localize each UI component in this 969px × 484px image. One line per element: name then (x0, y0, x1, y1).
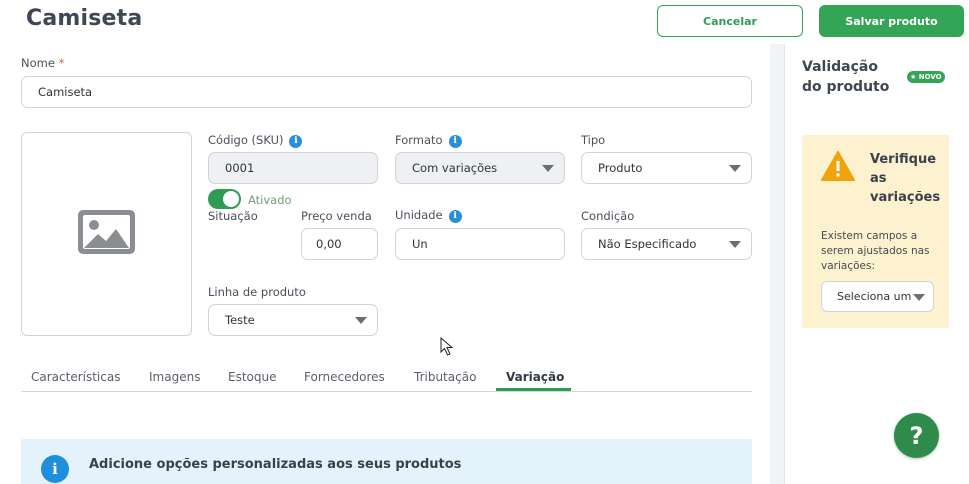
situacao-status: Ativado (248, 193, 292, 207)
nome-label: Nome * (21, 56, 65, 70)
formato-select[interactable]: Com variações (395, 152, 565, 184)
info-icon[interactable]: i (289, 134, 303, 148)
toggle-knob (223, 191, 239, 207)
header: Camiseta Cancelar Salvar produto (0, 0, 969, 44)
chevron-down-icon (913, 294, 925, 301)
codigo-label: Código (SKU) i (208, 133, 303, 148)
condicao-value: Não Especificado (598, 237, 697, 251)
condicao-select[interactable]: Não Especificado (581, 228, 752, 260)
tab-tributacao[interactable]: Tributação (414, 370, 476, 384)
chevron-down-icon (542, 165, 554, 172)
warning-title: Verifique as variações (870, 152, 941, 205)
new-badge: ★ NOVO (907, 71, 945, 83)
chevron-down-icon (729, 165, 741, 172)
save-product-button[interactable]: Salvar produto (819, 5, 964, 37)
nome-value: Camiseta (38, 85, 93, 99)
info-icon[interactable]: i (448, 134, 462, 148)
product-image-upload[interactable] (21, 132, 192, 336)
tab-estoque[interactable]: Estoque (228, 370, 277, 384)
tab-variacao[interactable]: Variação (506, 370, 564, 384)
variation-info-banner: i Adicione opções personalizadas aos seu… (21, 439, 752, 484)
nome-input[interactable]: Camiseta (21, 76, 752, 108)
active-tab-indicator (496, 388, 571, 391)
unidade-value: Un (412, 237, 428, 251)
formato-value: Com variações (412, 161, 498, 175)
tipo-select[interactable]: Produto (581, 152, 752, 184)
linha-label: Linha de produto (208, 285, 306, 299)
help-button[interactable]: ? (894, 413, 939, 458)
preco-value: 0,00 (316, 237, 342, 251)
mouse-cursor-icon (440, 337, 454, 356)
image-icon (78, 210, 135, 258)
page-title: Camiseta (26, 6, 143, 31)
banner-text: Adicione opções personalizadas aos seus … (89, 457, 462, 472)
codigo-input[interactable]: 0001 (208, 152, 378, 184)
situacao-label: Situação (208, 209, 258, 223)
variation-select-value: Seleciona um (837, 290, 912, 303)
info-icon[interactable]: i (448, 209, 462, 223)
tab-imagens[interactable]: Imagens (149, 370, 200, 384)
linha-select[interactable]: Teste (208, 304, 378, 336)
product-form: Nome * Camiseta Código (SKU) i 0001 Forma… (0, 44, 770, 484)
unidade-input[interactable]: Un (395, 228, 565, 260)
chevron-down-icon (729, 241, 741, 248)
variation-select[interactable]: Seleciona um (821, 281, 934, 312)
warning-text: Existem campos a serem ajustados nas var… (821, 230, 930, 272)
cancel-button[interactable]: Cancelar (657, 5, 803, 37)
product-validation-panel: Validação do produto ★ NOVO Verifique as… (784, 44, 969, 484)
situacao-toggle[interactable] (208, 189, 241, 209)
chevron-down-icon (355, 317, 367, 324)
warning-icon (821, 151, 855, 181)
panel-divider (770, 44, 784, 484)
validation-title: Validação do produto (802, 59, 890, 95)
condicao-label: Condição (581, 209, 635, 223)
linha-value: Teste (225, 313, 255, 327)
formato-label: Formato i (395, 133, 462, 148)
preco-label: Preço venda (301, 209, 372, 223)
tipo-value: Produto (598, 161, 643, 175)
variation-warning-card: Verifique as variações Existem campos a … (802, 135, 949, 328)
product-tabs: Características Imagens Estoque Forneced… (21, 366, 752, 392)
tab-fornecedores[interactable]: Fornecedores (304, 370, 385, 384)
preco-input[interactable]: 0,00 (301, 228, 378, 260)
tipo-label: Tipo (581, 133, 606, 147)
unidade-label: Unidade i (395, 208, 462, 223)
codigo-value: 0001 (225, 161, 255, 175)
tab-caracteristicas[interactable]: Características (31, 370, 120, 384)
info-icon: i (41, 455, 69, 483)
